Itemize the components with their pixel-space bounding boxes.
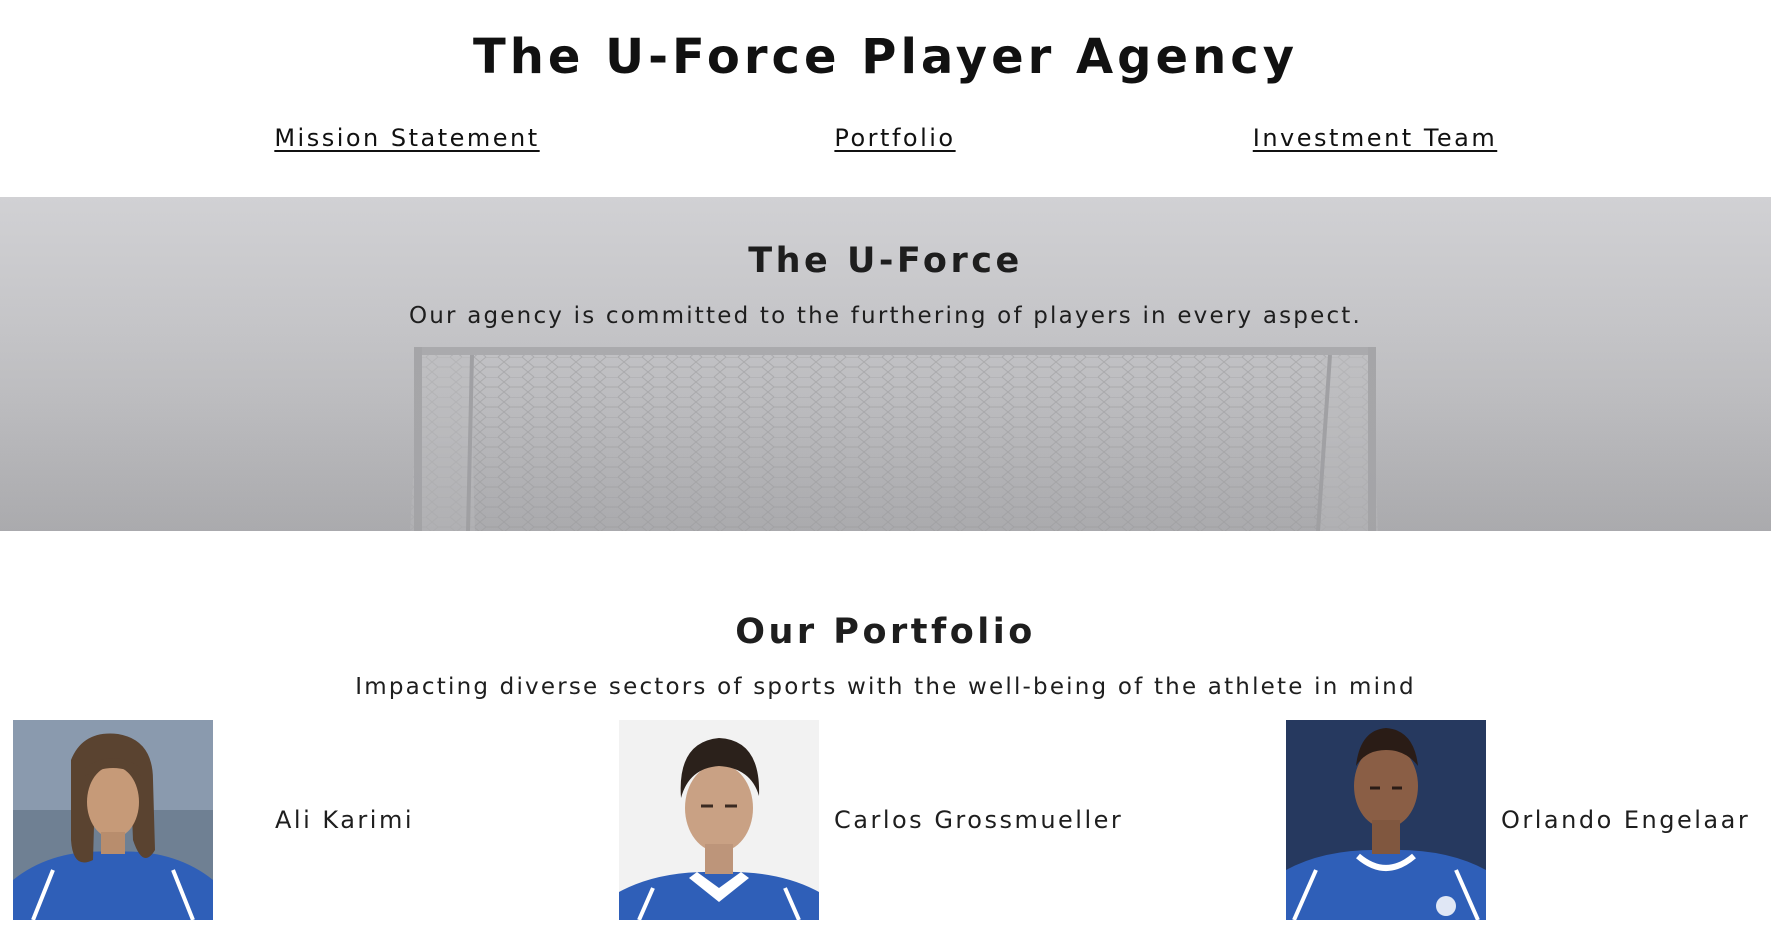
player-name: Ali Karimi [275, 806, 414, 834]
nav-link-portfolio[interactable]: Portfolio [834, 120, 955, 156]
hero-banner: The U-Force Our agency is committed to t… [0, 197, 1771, 531]
player-name: Orlando Engelaar [1501, 806, 1751, 834]
portfolio-subtitle: Impacting diverse sectors of sports with… [355, 674, 1416, 700]
site-title: The U-Force Player Agency [472, 29, 1299, 85]
player-photo-ali-karimi [13, 720, 213, 920]
portfolio-title: Our Portfolio [735, 612, 1036, 652]
player-photo-orlando-engelaar [1286, 720, 1486, 920]
nav-link-investment-team[interactable]: Investment Team [1253, 120, 1498, 156]
hero-subtitle: Our agency is committed to the furtherin… [408, 303, 1363, 329]
nav-link-mission-statement[interactable]: Mission Statement [274, 120, 539, 156]
player-name: Carlos Grossmueller [834, 806, 1124, 834]
hero-title: The U-Force [748, 241, 1023, 281]
player-photo-carlos-grossmueller [619, 720, 819, 920]
main-nav: Mission Statement Portfolio Investment T… [0, 120, 1771, 160]
page: The U-Force Player Agency Mission Statem… [0, 0, 1771, 931]
